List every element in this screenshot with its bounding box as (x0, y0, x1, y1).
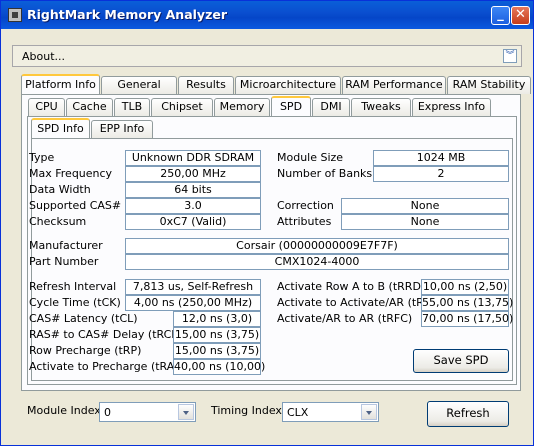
checksum-value: 0xC7 (Valid) (125, 214, 261, 230)
module-size-value: 1024 MB (373, 150, 509, 166)
tab-tlb[interactable]: TLB (114, 98, 150, 116)
max-frequency-label: Max Frequency (29, 167, 113, 180)
tab-platform-info[interactable]: Platform Info (21, 74, 100, 94)
sub-tab-strip: CPU Cache TLB Chipset Memory SPD DMI Twe… (28, 96, 498, 116)
correction-value: None (341, 198, 509, 214)
timing-index-value: CLX (287, 406, 309, 419)
tab-general[interactable]: General (101, 76, 177, 94)
attributes-value: None (341, 214, 509, 230)
supported-cas-value: 3.0 (125, 198, 261, 214)
cas-latency-label: CAS# Latency (tCL) (29, 312, 138, 325)
refresh-interval-label: Refresh Interval (29, 280, 117, 293)
cycle-time-label: Cycle Time (tCK) (29, 296, 121, 309)
timing-index-select[interactable]: CLX (282, 402, 379, 422)
tab-express-info[interactable]: Express Info (412, 98, 491, 116)
tab-spd[interactable]: SPD (271, 96, 311, 116)
manufacturer-value: Corsair (00000000009E7F7F) (125, 238, 509, 254)
app-icon (8, 8, 22, 22)
part-number-value: CMX1024-4000 (125, 254, 509, 270)
tab-results[interactable]: Results (178, 76, 234, 94)
about-label: About... (22, 50, 66, 63)
supported-cas-label: Supported CAS# (29, 199, 122, 212)
correction-label: Correction (277, 199, 334, 212)
timing-index-label: Timing Index (211, 404, 282, 417)
manufacturer-label: Manufacturer (29, 239, 103, 252)
module-index-label: Module Index (27, 404, 101, 417)
spd-tab-strip: SPD Info EPP Info (31, 118, 181, 138)
double-chevron-down-icon[interactable]: ︾ (503, 49, 517, 63)
tab-spd-info[interactable]: SPD Info (31, 118, 90, 138)
tab-tweaks[interactable]: Tweaks (351, 98, 411, 116)
trfc-label: Activate/AR to AR (tRFC) (277, 312, 413, 325)
type-label: Type (29, 151, 55, 164)
trrd-value: 10,00 ns (2,50) (421, 279, 509, 295)
checksum-label: Checksum (29, 215, 87, 228)
trrd-label: Activate Row A to B (tRRD) (277, 280, 426, 293)
number-of-banks-label: Number of Banks (277, 167, 373, 180)
trc-label: Activate to Activate/AR (tRC) (277, 296, 436, 309)
tab-memory[interactable]: Memory (214, 98, 270, 116)
row-precharge-label: Row Precharge (tRP) (29, 344, 142, 357)
module-index-select[interactable]: 0 (99, 402, 196, 422)
tab-microarchitecture[interactable]: Microarchitecture (235, 76, 341, 94)
module-size-label: Module Size (277, 151, 344, 164)
ras-to-cas-value: 15,00 ns (3,75) (173, 327, 261, 343)
ras-to-cas-label: RAS# to CAS# Delay (tRCD) (29, 328, 185, 341)
tab-epp-info[interactable]: EPP Info (91, 120, 153, 138)
activate-to-precharge-label: Activate to Precharge (tRAS) (29, 360, 186, 373)
tab-dmi[interactable]: DMI (312, 98, 350, 116)
about-bar[interactable]: About... ︾ (12, 45, 522, 67)
refresh-interval-value: 7,813 us, Self-Refresh (125, 279, 261, 295)
tab-ram-performance[interactable]: RAM Performance (342, 76, 446, 94)
title-bar[interactable]: RightMark Memory Analyzer _ ✕ (1, 1, 533, 29)
data-width-label: Data Width (29, 183, 91, 196)
chevron-down-icon[interactable] (178, 404, 194, 420)
window-title: RightMark Memory Analyzer (27, 7, 227, 22)
module-index-value: 0 (104, 406, 111, 419)
save-spd-button[interactable]: Save SPD (413, 349, 509, 373)
data-width-value: 64 bits (125, 182, 261, 198)
chevron-down-icon[interactable] (361, 404, 377, 420)
row-precharge-value: 15,00 ns (3,75) (173, 343, 261, 359)
type-value: Unknown DDR SDRAM (125, 150, 261, 166)
cas-latency-value: 12,0 ns (3,0) (173, 311, 261, 327)
cycle-time-value: 4,00 ns (250,00 MHz) (125, 295, 261, 311)
tab-cpu[interactable]: CPU (28, 98, 65, 116)
minimize-button[interactable]: _ (491, 6, 510, 25)
number-of-banks-value: 2 (373, 166, 509, 182)
refresh-button[interactable]: Refresh (427, 401, 509, 427)
tab-ram-stability[interactable]: RAM Stability (447, 76, 531, 94)
main-tab-strip: Platform Info General Results Microarchi… (21, 74, 531, 94)
trfc-value: 70,00 ns (17,50) (421, 311, 514, 327)
main-window: RightMark Memory Analyzer _ ✕ About... ︾… (0, 0, 534, 446)
max-frequency-value: 250,00 MHz (125, 166, 261, 182)
attributes-label: Attributes (277, 215, 332, 228)
tab-cache[interactable]: Cache (66, 98, 113, 116)
close-button[interactable]: ✕ (511, 6, 530, 25)
part-number-label: Part Number (29, 255, 99, 268)
tab-chipset[interactable]: Chipset (151, 98, 213, 116)
trc-value: 55,00 ns (13,75) (421, 295, 514, 311)
activate-to-precharge-value: 40,00 ns (10,00) (173, 359, 266, 375)
